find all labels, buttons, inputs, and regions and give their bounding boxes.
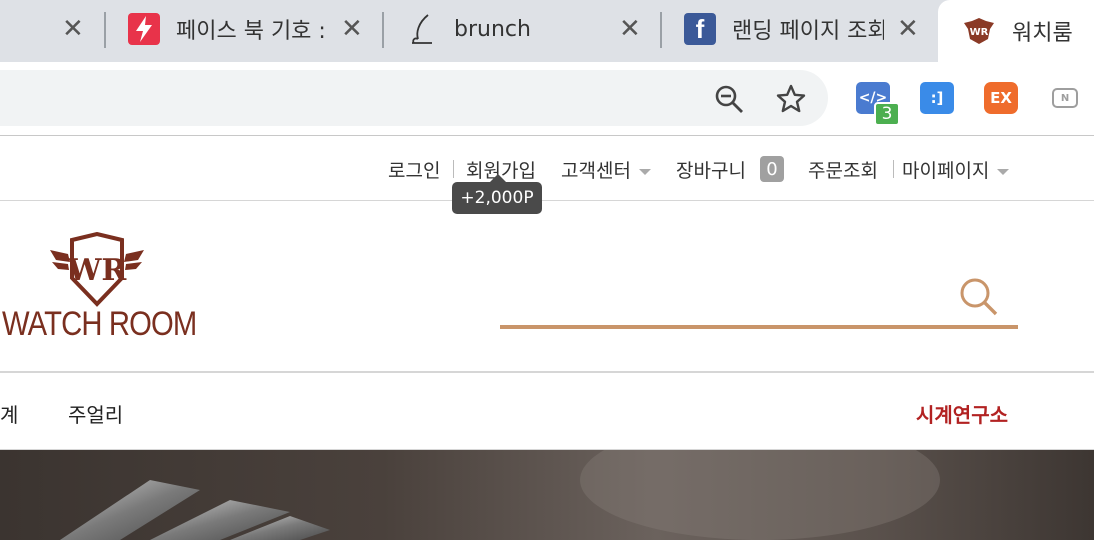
- tag-extension-icon[interactable]: :]: [920, 82, 954, 114]
- utility-nav: 로그인 회원가입 고객센터 장바구니 주문조회 마이페이지: [0, 136, 1094, 201]
- tab-separator: [382, 12, 384, 48]
- tab-brunch[interactable]: brunch ✕: [406, 0, 658, 58]
- hero-banner[interactable]: [0, 450, 1094, 540]
- nav-item-jewelry[interactable]: 주얼리: [68, 399, 123, 428]
- customer-center-label: 고객센터: [561, 160, 631, 182]
- site-header: [0, 201, 1094, 373]
- nav-item-watch-lab[interactable]: 시계연구소: [916, 399, 1008, 428]
- chevron-down-icon: [638, 168, 651, 175]
- watch-band-image: [60, 450, 940, 540]
- divider: [893, 160, 894, 178]
- tab-separator: [104, 12, 106, 48]
- tab-title: 워치룸: [1012, 21, 1073, 46]
- svg-text:WR: WR: [67, 253, 128, 288]
- close-icon[interactable]: ✕: [897, 16, 919, 42]
- lightning-icon: [128, 13, 160, 45]
- mypage-label: 마이페이지: [902, 160, 990, 182]
- tab-watchroom-active[interactable]: WR 워치룸: [938, 0, 1094, 62]
- search-icon[interactable]: [958, 276, 1000, 318]
- login-link[interactable]: 로그인: [388, 156, 440, 183]
- tab-strip: ✕ 페이스 북 기호 : ✕ brunch ✕ f 랜딩 페이지 조회 ✕ WR…: [0, 0, 1094, 62]
- svg-text:WR: WR: [970, 27, 989, 38]
- chevron-down-icon: [997, 168, 1010, 175]
- tab-landing-page[interactable]: f 랜딩 페이지 조회 ✕: [684, 0, 936, 58]
- search-input[interactable]: [500, 325, 1018, 329]
- tab-title: 랜딩 페이지 조회: [732, 19, 884, 44]
- address-bar[interactable]: [0, 70, 828, 126]
- customer-center-menu[interactable]: 고객센터: [561, 156, 651, 183]
- close-icon[interactable]: ✕: [62, 16, 84, 42]
- ex-extension-icon[interactable]: EX: [984, 82, 1018, 114]
- tab-title: 페이스 북 기호 :: [176, 19, 326, 44]
- tab-separator: [660, 12, 662, 48]
- facebook-icon: f: [684, 13, 716, 45]
- star-icon[interactable]: [774, 82, 808, 116]
- cart-count-badge: 0: [760, 156, 784, 182]
- tab-title: brunch: [454, 16, 531, 42]
- mypage-menu[interactable]: 마이페이지: [902, 156, 1010, 183]
- tooltip-arrow: [490, 174, 506, 182]
- order-lookup-link[interactable]: 주문조회: [808, 156, 878, 183]
- brunch-pen-icon: [406, 13, 438, 45]
- n-extension-icon[interactable]: N: [1052, 88, 1078, 108]
- watchroom-icon: WR: [962, 15, 996, 47]
- main-nav: 계 주얼리 시계연구소: [0, 374, 1094, 450]
- tab-0[interactable]: ✕: [0, 0, 104, 58]
- zoom-out-icon[interactable]: [712, 82, 746, 116]
- close-icon[interactable]: ✕: [619, 16, 641, 42]
- cart-link[interactable]: 장바구니: [676, 156, 746, 183]
- extension-badge: 3: [874, 102, 900, 126]
- tab-facebook-symbols[interactable]: 페이스 북 기호 : ✕: [128, 0, 380, 58]
- nav-item-watch[interactable]: 계: [0, 399, 18, 428]
- logo-text[interactable]: WATCH ROOM: [2, 305, 197, 344]
- divider: [453, 160, 454, 178]
- close-icon[interactable]: ✕: [341, 16, 363, 42]
- logo-emblem[interactable]: WR: [48, 231, 146, 308]
